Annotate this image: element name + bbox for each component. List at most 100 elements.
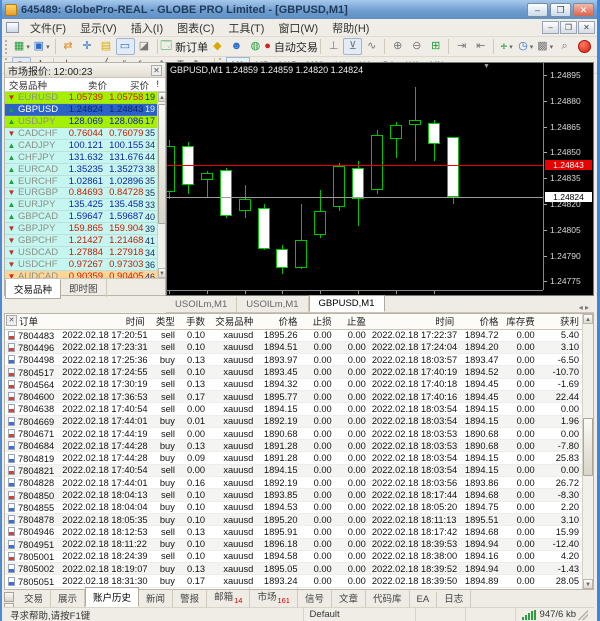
terminal-tab-新闻[interactable]: 新闻 xyxy=(139,589,173,607)
terminal-tab-信号[interactable]: 信号 xyxy=(298,589,332,607)
menu-item[interactable]: 图表(C) xyxy=(170,18,221,38)
resize-grip-icon[interactable] xyxy=(578,610,588,620)
history-row[interactable]: 78045172022.02.18 17:24:55sell0.10xauusd… xyxy=(5,366,582,378)
child-restore-button[interactable]: ❐ xyxy=(560,21,577,34)
metaeditor-button[interactable]: ◆ xyxy=(208,38,227,55)
history-row[interactable]: 78048552022.02.18 18:04:04buy0.10xauusd1… xyxy=(5,501,582,513)
new-chart-button[interactable]: ▦▾ xyxy=(12,38,32,55)
templates-button[interactable]: ▩▾ xyxy=(535,38,555,55)
navigator-toggle[interactable]: ▤ xyxy=(97,38,116,55)
history-row[interactable]: 78049462022.02.18 18:12:53sell0.13xauusd… xyxy=(5,526,582,538)
market-watch-toggle[interactable]: ⇄ xyxy=(59,38,78,55)
market-watch-row-eurusd[interactable]: ▼EURUSD1.057391.0575819 xyxy=(5,92,157,104)
chart-tab-gbpusd-m1[interactable]: GBPUSD,M1 xyxy=(309,295,385,312)
menu-item[interactable]: 插入(I) xyxy=(124,18,170,38)
history-row[interactable]: 78046002022.02.18 17:36:53sell0.17xauusd… xyxy=(5,390,582,402)
minimize-button[interactable]: – xyxy=(527,3,548,17)
experts-button[interactable]: ☻ xyxy=(227,38,246,55)
terminal-tab-ea[interactable]: EA xyxy=(410,592,438,607)
market-watch-row-eurjpy[interactable]: ▲EURJPY135.425135.45833 xyxy=(5,199,157,211)
history-column-header[interactable]: 交易品种 xyxy=(208,314,256,329)
history-row[interactable]: 78046712022.02.18 17:44:19sell0.00xauusd… xyxy=(5,427,582,439)
history-column-header[interactable]: 类型 xyxy=(148,314,178,329)
status-profile[interactable]: Default xyxy=(304,608,416,621)
terminal-tab-展示[interactable]: 展示 xyxy=(51,589,85,607)
history-column-header[interactable]: 手数 xyxy=(178,314,208,329)
terminal-tab-日志[interactable]: 日志 xyxy=(437,589,471,607)
history-column-header[interactable]: 价格 xyxy=(457,314,501,329)
price-axis[interactable]: 1.248951.248801.248651.248501.248351.248… xyxy=(543,63,593,290)
data-window-toggle[interactable]: ✛ xyxy=(78,38,97,55)
line-chart-button[interactable]: ∿ xyxy=(362,38,381,55)
autotrading-button[interactable]: ●自动交易 xyxy=(265,38,317,55)
tile-windows-button[interactable]: ⊞ xyxy=(426,38,445,55)
history-row[interactable]: 78049512022.02.18 18:11:22buy0.10xauusd1… xyxy=(5,538,582,550)
market-watch-row-eurchf[interactable]: ▲EURCHF1.028611.0289635 xyxy=(5,176,157,188)
scroll-up-icon[interactable]: ▲ xyxy=(158,92,165,102)
periods-button[interactable]: ◷▾ xyxy=(516,38,535,55)
candlestick-button[interactable]: ⊻ xyxy=(343,38,362,55)
history-column-header[interactable]: 时间 xyxy=(369,314,457,329)
history-row[interactable]: 78048282022.02.18 17:44:01buy0.16xauusd1… xyxy=(5,477,582,489)
chart-plot-area[interactable]: ▼ xyxy=(167,63,543,290)
chart-shift-toggle[interactable]: ⇤ xyxy=(471,38,490,55)
history-column-header[interactable]: 价格 xyxy=(256,314,300,329)
history-row[interactable]: 78046382022.02.18 17:40:54sell0.00xauusd… xyxy=(5,403,582,415)
market-watch-row-gbpjpy[interactable]: ▼GBPJPY159.865159.90439 xyxy=(5,223,157,235)
market-watch-row-usdcad[interactable]: ▼USDCAD1.278841.2791834 xyxy=(5,247,157,259)
chart-window[interactable]: GBPUSD,M1 1.24859 1.24859 1.24820 1.2482… xyxy=(166,62,594,296)
terminal-scrollbar[interactable]: ▲ ▼ xyxy=(582,314,593,589)
terminal-tab-文章[interactable]: 文章 xyxy=(332,589,366,607)
history-row[interactable]: 78048502022.02.18 18:04:13sell0.10xauusd… xyxy=(5,489,582,501)
terminal-close-icon[interactable]: ✕ xyxy=(6,315,17,326)
history-row[interactable]: 78050512022.02.18 18:31:30buy0.17xauusd1… xyxy=(5,575,582,587)
child-close-button[interactable]: ✕ xyxy=(578,21,595,34)
terminal-toggle[interactable]: ▭ xyxy=(116,38,135,55)
history-row[interactable]: 78048212022.02.18 17:40:54sell0.00xauusd… xyxy=(5,464,582,476)
search-button[interactable]: ⌕ xyxy=(555,38,574,55)
new-order-button[interactable]: 🗔新订单 xyxy=(161,38,208,55)
market-watch-close-icon[interactable]: ✕ xyxy=(151,65,162,76)
market-watch-row-gbpchf[interactable]: ▼GBPCHF1.214271.2146841 xyxy=(5,235,157,247)
indicators-button[interactable]: 🕂▾ xyxy=(497,38,516,55)
auto-scroll-toggle[interactable]: ⇥ xyxy=(452,38,471,55)
terminal-tab-账户历史[interactable]: 账户历史 xyxy=(85,587,139,607)
chart-tab-usoilm-m1[interactable]: USOILm,M1 xyxy=(237,297,308,312)
history-column-header[interactable]: 获利 xyxy=(538,314,582,329)
strategy-tester-toggle[interactable]: ◪ xyxy=(135,38,154,55)
market-watch-row-chfjpy[interactable]: ▲CHFJPY131.632131.67644 xyxy=(5,152,157,164)
market-watch-scrollbar[interactable]: ▲ ▼ xyxy=(157,92,165,278)
history-row[interactable]: 78044982022.02.18 17:25:36buy0.13xauusd1… xyxy=(5,354,582,366)
terminal-tab-市场[interactable]: 市场161 xyxy=(250,587,298,607)
maximize-button[interactable]: ❐ xyxy=(550,3,571,17)
menu-item[interactable]: 工具(T) xyxy=(221,18,271,38)
market-watch-tab[interactable]: 即时图 xyxy=(61,279,107,297)
market-watch-row-eurcad[interactable]: ▲EURCAD1.352351.3527338 xyxy=(5,164,157,176)
menu-item[interactable]: 显示(V) xyxy=(73,18,124,38)
terminal-scroll-down-icon[interactable]: ▼ xyxy=(583,579,593,589)
history-row[interactable]: 78048782022.02.18 18:05:35buy0.10xauusd1… xyxy=(5,513,582,525)
market-watch-row-cadchf[interactable]: ▼CADCHF0.760440.7607935 xyxy=(5,128,157,140)
scroll-down-icon[interactable]: ▼ xyxy=(158,268,165,278)
market-watch-row-usdchf[interactable]: ▼USDCHF0.972670.9730336 xyxy=(5,259,157,271)
history-row[interactable]: 78045642022.02.18 17:30:19sell0.13xauusd… xyxy=(5,378,582,390)
zoom-in-button[interactable]: ⊕ xyxy=(388,38,407,55)
history-column-header[interactable]: 库存费 xyxy=(502,314,538,329)
menu-item[interactable]: 文件(F) xyxy=(23,18,73,38)
history-row[interactable]: 78046692022.02.18 17:44:01buy0.01xauusd1… xyxy=(5,415,582,427)
dock-icon[interactable] xyxy=(4,592,14,602)
terminal-scroll-thumb[interactable] xyxy=(583,418,593,476)
history-row[interactable]: 78048192022.02.18 17:44:28buy0.09xauusd1… xyxy=(5,452,582,464)
terminal-tab-交易[interactable]: 交易 xyxy=(17,589,51,607)
tab-nav-arrows[interactable]: ◂ ▸ xyxy=(574,303,594,312)
terminal-tab-邮箱[interactable]: 邮箱14 xyxy=(207,587,250,607)
terminal-tab-警报[interactable]: 警报 xyxy=(173,589,207,607)
market-watch-row-eurgbp[interactable]: ▼EURGBP0.846930.8472835 xyxy=(5,188,157,200)
notification-icon[interactable] xyxy=(578,40,591,53)
market-watch-row-gbpusd[interactable]: ▲GBPUSD1.248241.2484319 xyxy=(5,104,157,116)
chart-tab-usoilm-m1[interactable]: USOILm,M1 xyxy=(166,297,237,312)
history-row[interactable]: 78044962022.02.18 17:23:31sell0.10xauusd… xyxy=(5,341,582,353)
market-watch-row-audcad[interactable]: ▼AUDCAD0.903590.9040546 xyxy=(5,271,157,278)
menu-item[interactable]: 帮助(H) xyxy=(325,18,376,38)
chart-shift-marker[interactable]: ▼ xyxy=(483,63,490,70)
